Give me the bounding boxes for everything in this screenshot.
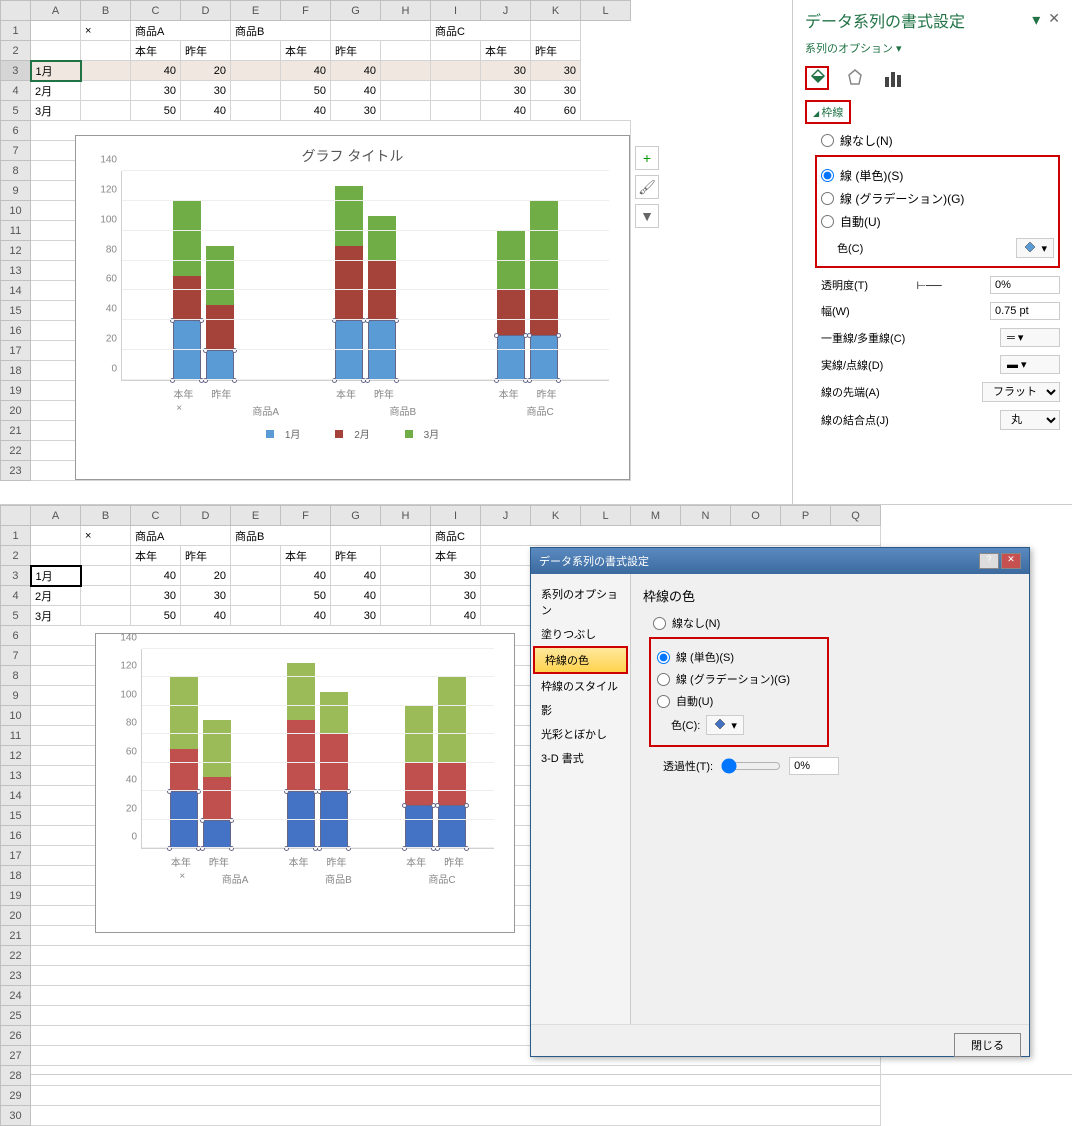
- dialog-help-button[interactable]: ?: [979, 553, 999, 569]
- series-option-dropdown[interactable]: 系列のオプション: [805, 43, 893, 55]
- dialog-close-button[interactable]: 閉じる: [954, 1033, 1021, 1057]
- chart-styles-button[interactable]: 🖌: [635, 175, 659, 199]
- corner-cell[interactable]: [1, 1, 31, 21]
- border-section-header[interactable]: 枠線: [805, 100, 851, 124]
- chart-bar[interactable]: [405, 677, 433, 848]
- effects-tab-icon[interactable]: [843, 66, 867, 90]
- nav-series-options[interactable]: 系列のオプション: [531, 582, 630, 622]
- chart-bar[interactable]: [335, 186, 363, 380]
- dialog-content-title: 枠線の色: [643, 586, 1017, 605]
- color-picker-button[interactable]: ▾: [1016, 238, 1054, 258]
- chart-filter-button[interactable]: ▼: [635, 204, 659, 228]
- d-color-picker-button[interactable]: ▾: [706, 715, 744, 735]
- transparency-input[interactable]: [990, 276, 1060, 294]
- radio-solid-line[interactable]: [821, 169, 834, 182]
- nav-border-color[interactable]: 枠線の色: [533, 646, 628, 674]
- nav-shadow[interactable]: 影: [531, 698, 630, 722]
- chart-bar[interactable]: [320, 663, 348, 848]
- chart-bar[interactable]: [173, 201, 201, 380]
- chart-bar[interactable]: [287, 663, 315, 848]
- active-cell-bottom[interactable]: 1月: [31, 566, 81, 586]
- chart-top[interactable]: グラフ タイトル 020406080100120140 本年昨年本年昨年本年昨年…: [75, 135, 630, 480]
- d-transparency-input[interactable]: [789, 757, 839, 775]
- dialog-nav: 系列のオプション 塗りつぶし 枠線の色 枠線のスタイル 影 光彩とぼかし 3-D…: [531, 574, 631, 1024]
- pane-options-dropdown[interactable]: ▾: [1032, 10, 1040, 30]
- chart-legend: 1月 2月 3月: [76, 418, 629, 449]
- chart-bar[interactable]: [497, 201, 525, 380]
- chart-bar[interactable]: [368, 186, 396, 380]
- chart-title[interactable]: グラフ タイトル: [76, 136, 629, 171]
- cell[interactable]: ×: [81, 21, 131, 41]
- chart-elements-button[interactable]: +: [635, 146, 659, 170]
- nav-3d[interactable]: 3-D 書式: [531, 746, 630, 770]
- radio-no-line[interactable]: [821, 134, 834, 147]
- d-transparency-slider[interactable]: [721, 758, 781, 774]
- join-dropdown[interactable]: 丸: [1000, 410, 1060, 430]
- chart-bar[interactable]: [170, 677, 198, 848]
- radio-auto-line[interactable]: [821, 215, 834, 228]
- dash-dropdown[interactable]: ▬ ▾: [1000, 355, 1060, 374]
- d-radio-auto-line[interactable]: [657, 695, 670, 708]
- fill-line-tab-icon[interactable]: [805, 66, 829, 90]
- cap-dropdown[interactable]: フラット: [982, 382, 1060, 402]
- chart-bar[interactable]: [206, 201, 234, 380]
- pane-close-button[interactable]: ✕: [1048, 10, 1060, 30]
- col-header[interactable]: A: [31, 1, 81, 21]
- dialog-close-x-button[interactable]: ✕: [1001, 553, 1021, 569]
- d-radio-no-line[interactable]: [653, 617, 666, 630]
- compound-dropdown[interactable]: ═ ▾: [1000, 328, 1060, 347]
- nav-border-style[interactable]: 枠線のスタイル: [531, 674, 630, 698]
- nav-glow[interactable]: 光彩とぼかし: [531, 722, 630, 746]
- dialog-title: データ系列の書式設定: [539, 553, 649, 569]
- d-radio-gradient-line[interactable]: [657, 673, 670, 686]
- radio-gradient-line[interactable]: [821, 192, 834, 205]
- chart-bar[interactable]: [438, 677, 466, 848]
- chart-bar[interactable]: [203, 677, 231, 848]
- chart-bottom[interactable]: 020406080100120140 本年昨年本年昨年本年昨年 ×商品A商品B商…: [95, 633, 515, 933]
- active-cell[interactable]: 1月: [31, 61, 81, 81]
- nav-fill[interactable]: 塗りつぶし: [531, 622, 630, 646]
- format-dialog-2010[interactable]: データ系列の書式設定 ? ✕ 系列のオプション 塗りつぶし 枠線の色 枠線のスタ…: [530, 547, 1030, 1057]
- d-radio-solid-line[interactable]: [657, 651, 670, 664]
- chart-bar[interactable]: [530, 201, 558, 380]
- pane-title: データ系列の書式設定: [805, 8, 965, 32]
- series-options-tab-icon[interactable]: [881, 66, 905, 90]
- width-input[interactable]: [990, 302, 1060, 320]
- format-pane-2013: データ系列の書式設定 ▾ ✕ 系列のオプション ▾ 枠線 線なし(N) 線 (: [792, 0, 1072, 504]
